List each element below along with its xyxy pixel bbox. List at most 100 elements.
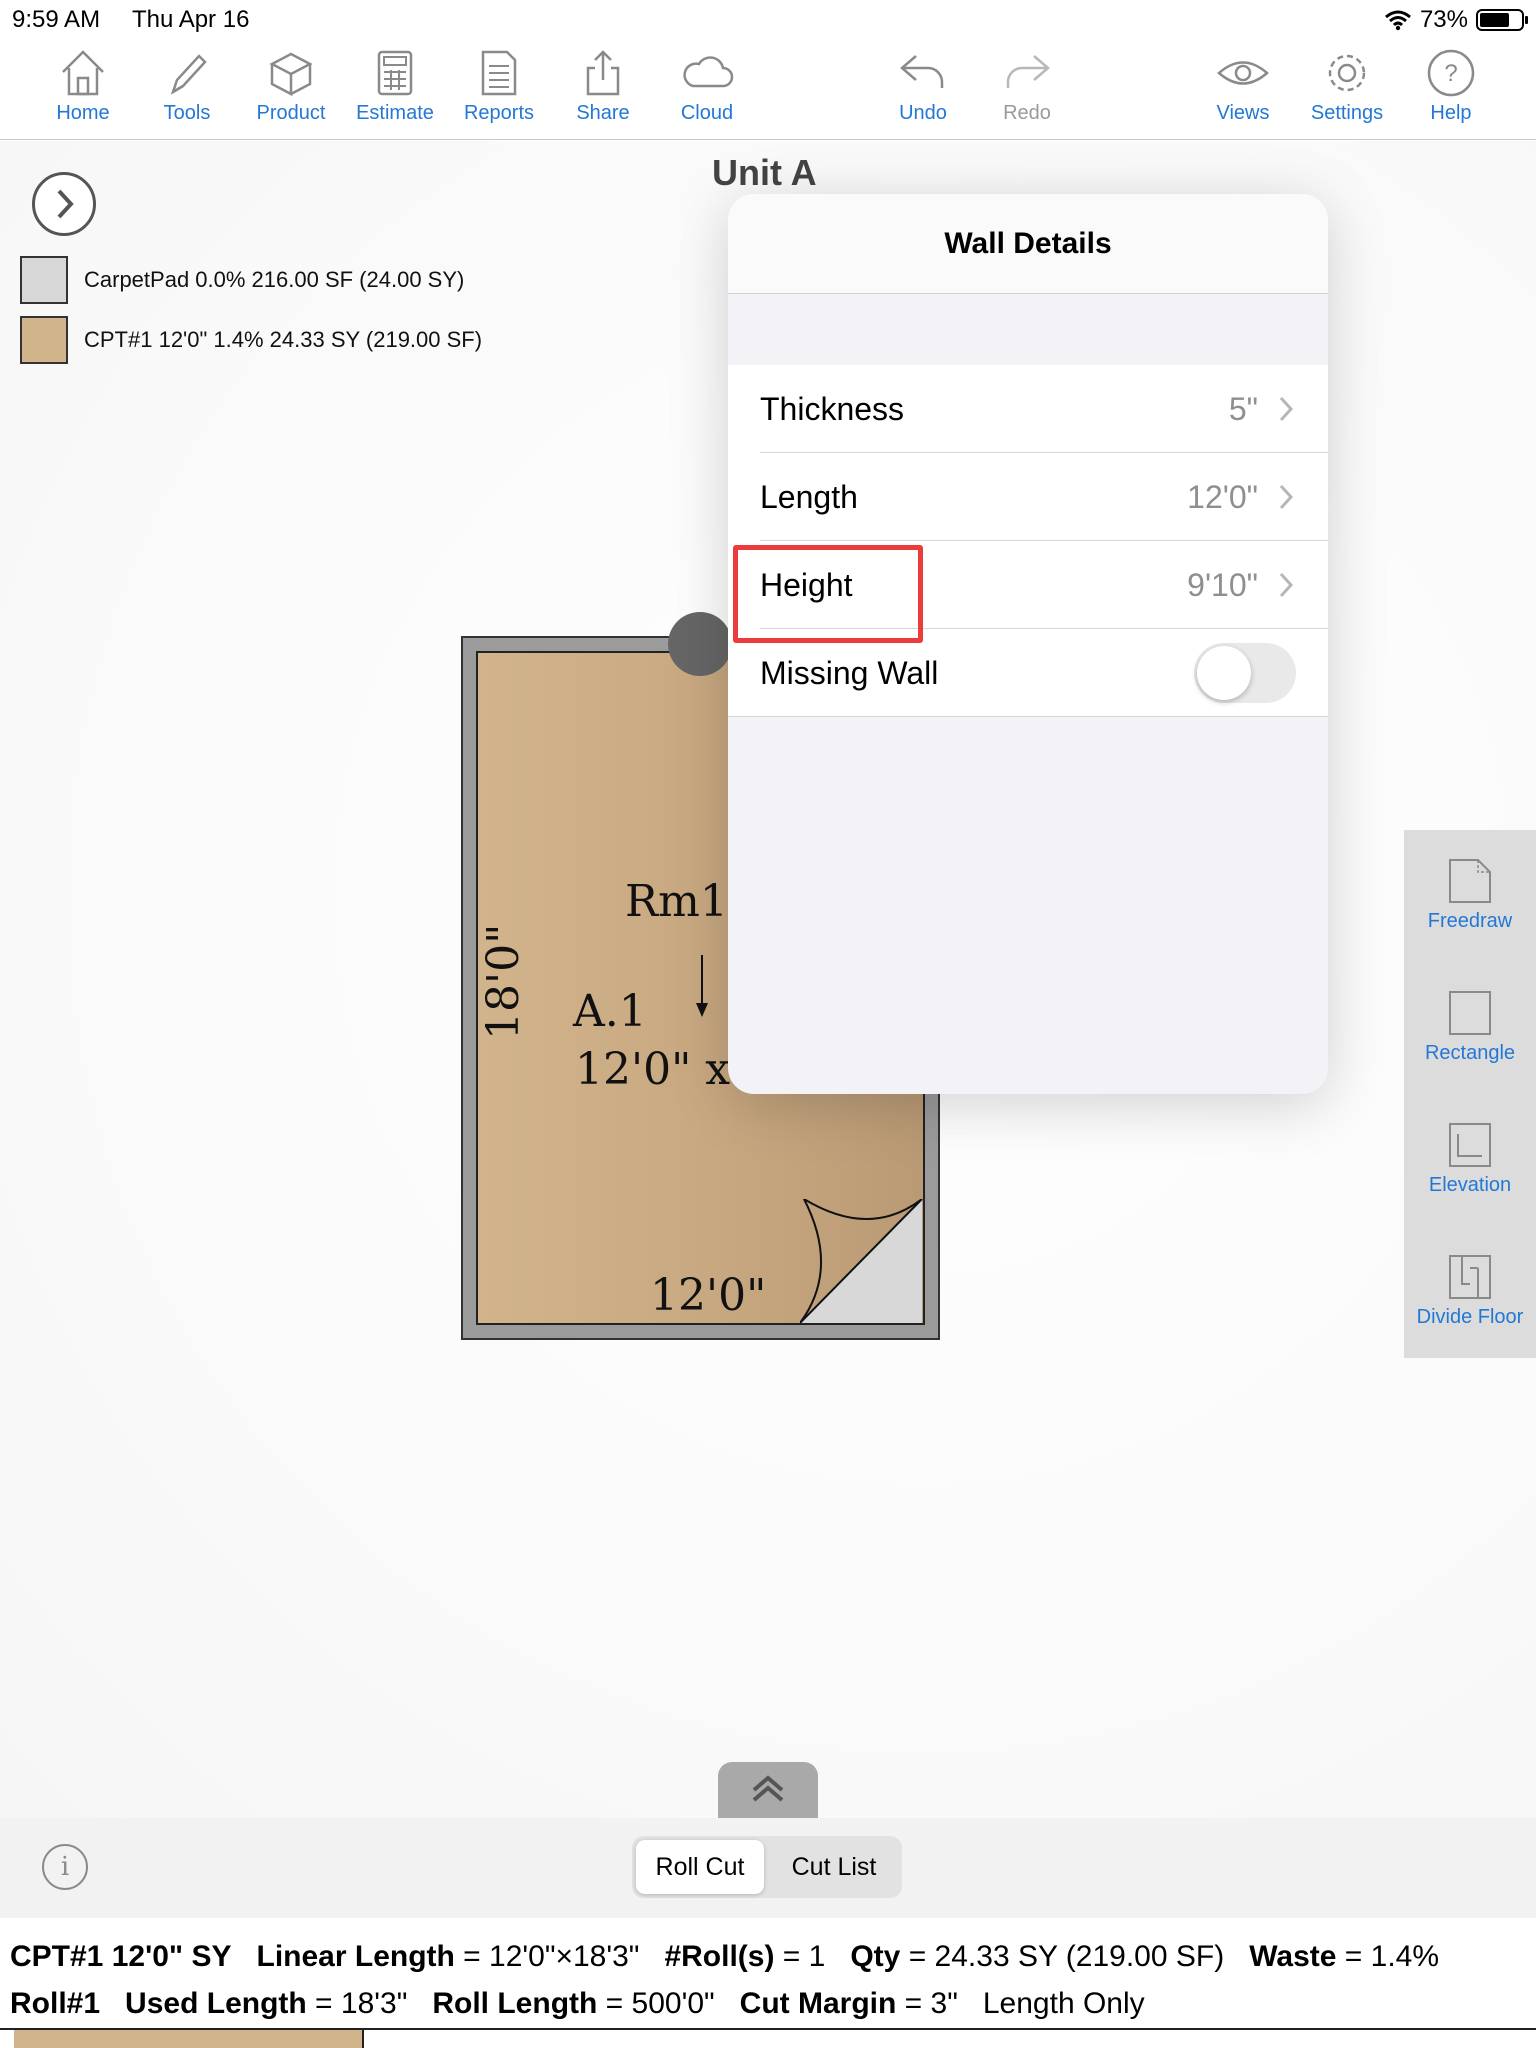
length-label: Length xyxy=(760,478,858,515)
share-icon xyxy=(586,50,620,96)
roll-length-label: Roll Length xyxy=(432,1987,598,2020)
elevation-button[interactable]: Elevation xyxy=(1404,1122,1536,1197)
roll-id: Roll#1 xyxy=(10,1987,101,2020)
cut-margin-label: Cut Margin xyxy=(739,1987,897,2020)
share-label: Share xyxy=(576,102,630,124)
summary-product: CPT#1 12'0" SY xyxy=(10,1940,232,1973)
length-row[interactable]: Length 12'0" xyxy=(728,453,1328,541)
qty-label: Qty xyxy=(850,1940,901,1973)
cloud-icon xyxy=(683,56,734,88)
unit-title: Unit A xyxy=(712,152,817,193)
cloud-button[interactable]: Cloud xyxy=(657,48,757,138)
cloud-label: Cloud xyxy=(680,102,734,124)
freedraw-icon xyxy=(1449,859,1491,903)
legend-label: CPT#1 12'0" 1.4% 24.33 SY (219.00 SF) xyxy=(84,327,483,352)
chevron-right-icon xyxy=(57,189,74,219)
popover-title: Wall Details xyxy=(728,194,1328,294)
roll-diagram-piece[interactable] xyxy=(14,2030,364,2048)
bottom-length-label: 12'0" xyxy=(650,1270,767,1321)
summary-line-2: Roll#1 Used Length = 18'3" Roll Length =… xyxy=(10,1987,1145,2021)
undo-label: Undo xyxy=(899,102,947,124)
views-button[interactable]: Views xyxy=(1193,48,1293,138)
redo-button[interactable]: Redo xyxy=(977,48,1077,138)
roll-length-value: = 500'0" xyxy=(597,1987,715,2020)
thickness-row[interactable]: Thickness 5" xyxy=(728,365,1328,453)
toggle-knob xyxy=(1197,646,1251,700)
summary-line-1: CPT#1 12'0" SY Linear Length = 12'0"×18'… xyxy=(10,1940,1439,1974)
used-length-label: Used Length xyxy=(125,1987,307,2020)
box-icon xyxy=(269,52,313,97)
tab-cut-list[interactable]: Cut List xyxy=(770,1840,898,1894)
waste-label: Waste xyxy=(1249,1940,1337,1973)
cut-margin-value: = 3" xyxy=(896,1987,958,2020)
chevron-right-icon xyxy=(1279,484,1294,510)
redo-label: Redo xyxy=(1003,102,1051,124)
product-label: Product xyxy=(256,102,326,124)
help-icon: ? xyxy=(1427,49,1475,97)
side-length-label: 18'0" xyxy=(478,923,529,1040)
gear-icon xyxy=(1328,54,1366,92)
estimate-label: Estimate xyxy=(356,102,434,124)
legend-item: CarpetPad 0.0% 216.00 SF (24.00 SY) xyxy=(20,256,464,304)
double-chevron-up-icon xyxy=(752,1775,784,1802)
freedraw-button[interactable]: Freedraw xyxy=(1404,858,1536,933)
calculator-icon xyxy=(377,50,413,96)
linear-length-value: = 12'0"×18'3" xyxy=(454,1940,640,1973)
tab-roll-cut[interactable]: Roll Cut xyxy=(636,1840,764,1894)
undo-button[interactable]: Undo xyxy=(873,48,973,138)
svg-text:?: ? xyxy=(1444,60,1457,87)
estimate-button[interactable]: Estimate xyxy=(345,48,445,138)
status-indicators: 73% xyxy=(1384,6,1528,34)
legend-swatch xyxy=(20,316,68,364)
main-toolbar: Home Tools Product Estimate Reports Shar… xyxy=(0,40,1536,140)
length-value: 12'0" xyxy=(1187,478,1258,515)
reports-button[interactable]: Reports xyxy=(449,48,549,138)
settings-label: Settings xyxy=(1310,102,1384,124)
home-icon xyxy=(62,50,104,96)
divide-floor-button[interactable]: Divide Floor xyxy=(1404,1254,1536,1329)
thickness-label: Thickness xyxy=(760,390,905,427)
status-time: 9:59 AM xyxy=(12,6,101,33)
wall-info-marker[interactable] xyxy=(668,612,732,676)
wifi-icon xyxy=(1384,10,1411,31)
legend-label: CarpetPad 0.0% 216.00 SF (24.00 SY) xyxy=(84,267,465,292)
share-button[interactable]: Share xyxy=(553,48,653,138)
wall-details-popover: Wall Details Thickness 5" Length 12'0" H… xyxy=(728,194,1328,1094)
linear-length-label: Linear Length xyxy=(256,1940,455,1973)
chevron-right-icon xyxy=(1279,572,1294,598)
chevron-right-icon xyxy=(1279,396,1294,422)
missing-wall-toggle[interactable] xyxy=(1194,643,1296,703)
settings-button[interactable]: Settings xyxy=(1297,48,1397,138)
help-button[interactable]: ? Help xyxy=(1401,48,1501,138)
divide-floor-label: Divide Floor xyxy=(1416,1306,1524,1328)
elevation-icon xyxy=(1449,1123,1491,1167)
views-label: Views xyxy=(1216,102,1270,124)
home-label: Home xyxy=(56,102,110,124)
missing-wall-label: Missing Wall xyxy=(760,654,939,691)
height-value: 9'10" xyxy=(1187,566,1258,603)
product-button[interactable]: Product xyxy=(241,48,341,138)
height-highlight-box xyxy=(733,545,923,643)
tools-label: Tools xyxy=(163,102,211,124)
document-icon xyxy=(481,50,517,96)
door-swing-icon xyxy=(800,1199,923,1323)
eye-icon xyxy=(1217,61,1269,85)
dims-label: 12'0" x xyxy=(575,1044,731,1095)
info-button[interactable]: i xyxy=(42,1844,88,1890)
waste-value: = 1.4% xyxy=(1336,1940,1440,1973)
rectangle-label: Rectangle xyxy=(1424,1042,1516,1064)
status-bar: 9:59 AM Thu Apr 16 73% xyxy=(0,0,1536,40)
rolls-label: #Roll(s) xyxy=(664,1940,775,1973)
room-name: Rm1 xyxy=(625,876,728,927)
view-segmented-control: Roll Cut Cut List xyxy=(632,1836,902,1898)
battery-icon xyxy=(1476,9,1528,31)
tools-button[interactable]: Tools xyxy=(137,48,237,138)
undo-icon xyxy=(900,55,944,88)
help-label: Help xyxy=(1430,102,1472,124)
qty-value: = 24.33 SY (219.00 SF) xyxy=(900,1940,1225,1973)
rectangle-button[interactable]: Rectangle xyxy=(1404,990,1536,1065)
drawing-tools-panel: Freedraw Rectangle Elevation Divide Floo… xyxy=(1404,830,1536,1358)
used-length-value: = 18'3" xyxy=(306,1987,408,2020)
home-button[interactable]: Home xyxy=(33,48,133,138)
expand-legend-button[interactable] xyxy=(32,172,96,236)
